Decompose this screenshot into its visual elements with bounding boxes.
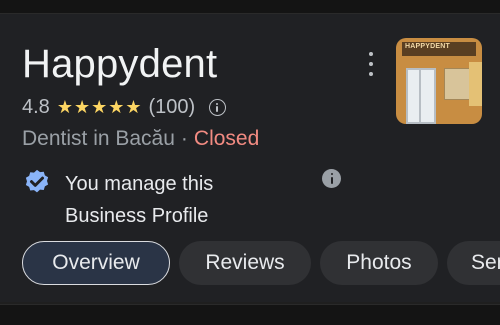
storefront-door (406, 68, 436, 124)
business-subtitle: Dentist in Bacău · Closed (22, 126, 259, 152)
star-icon: ★ (108, 97, 125, 117)
top-strip (0, 0, 500, 14)
tab-services[interactable]: Ser (447, 241, 500, 285)
storefront-window (444, 68, 470, 100)
verified-badge-icon (25, 169, 49, 193)
star-icon: ★ (56, 97, 73, 117)
star-icon: ★ (73, 97, 91, 117)
manage-line-1: You manage this (65, 173, 214, 195)
manage-info-icon[interactable] (322, 169, 341, 188)
rating-stars: ★ ★ ★ ★ ★ (57, 98, 143, 116)
reviews-count[interactable]: (100) (149, 96, 196, 119)
business-photo-thumbnail[interactable]: HAPPYDENT (396, 38, 482, 124)
storefront-sign-text: HAPPYDENT (405, 43, 450, 50)
storefront-panel (469, 62, 482, 106)
star-icon: ★ (125, 97, 142, 117)
rating-info-icon[interactable] (209, 98, 227, 116)
open-status: Closed (193, 127, 260, 150)
star-icon: ★ (91, 97, 108, 117)
business-category: Dentist in Bacău (22, 127, 175, 150)
manage-profile-notice: You manage this Business Profile (22, 168, 265, 232)
more-menu-icon[interactable] (362, 52, 380, 76)
separator-dot: · (180, 127, 188, 150)
manage-line-2: Business Profile (65, 205, 209, 227)
bottom-strip (0, 304, 500, 325)
business-name: Happydent (22, 42, 218, 86)
tab-reviews[interactable]: Reviews (179, 241, 311, 285)
tab-photos[interactable]: Photos (320, 241, 438, 285)
rating-value: 4.8 (22, 95, 50, 118)
rating-row[interactable]: 4.8 ★ ★ ★ ★ ★ (100) (22, 94, 227, 120)
tab-overview[interactable]: Overview (22, 241, 170, 285)
manage-profile-text: You manage this Business Profile (65, 168, 265, 232)
